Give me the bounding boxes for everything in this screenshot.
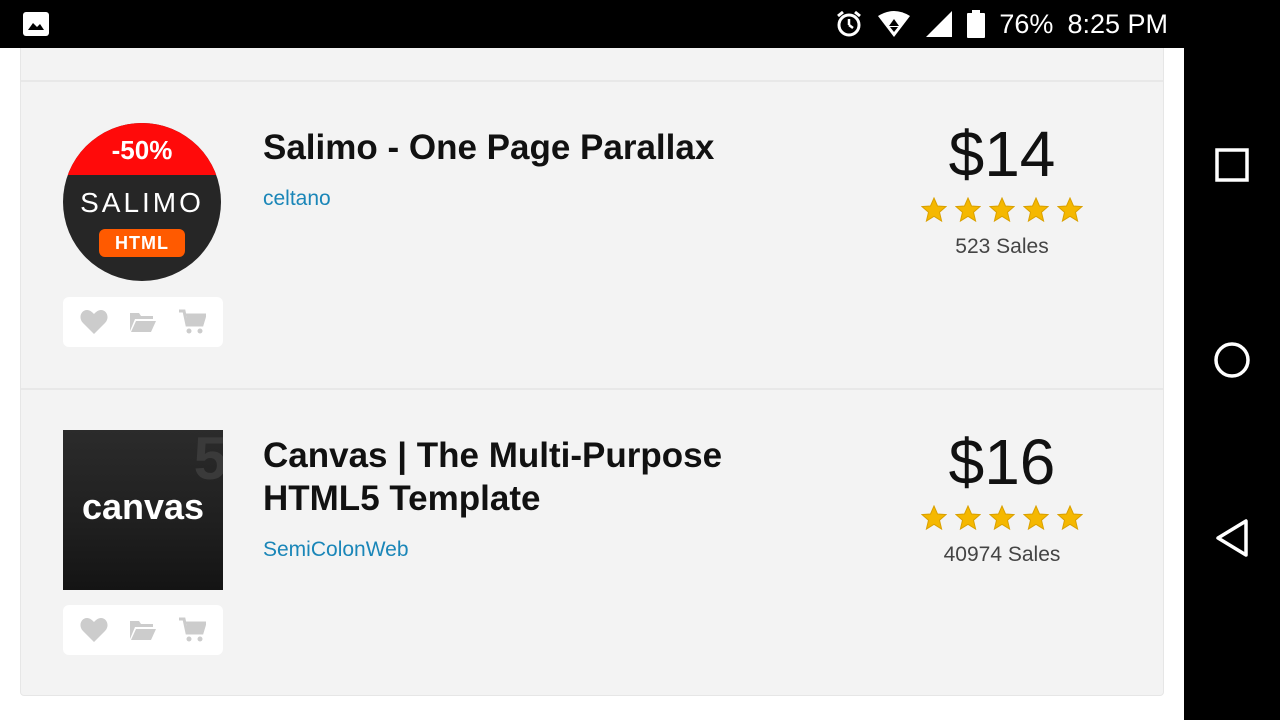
cart-icon: [179, 309, 207, 334]
home-button[interactable]: [1208, 336, 1256, 384]
heart-icon: [80, 618, 108, 642]
star-icon: [989, 197, 1015, 223]
product-price: $16: [948, 426, 1056, 498]
add-to-cart-button[interactable]: [177, 615, 207, 645]
star-icon: [921, 197, 947, 223]
discount-label: -50%: [111, 135, 173, 165]
status-icons: 76% 8:25 PM: [835, 0, 1168, 48]
battery-icon: [967, 10, 986, 38]
star-icon: [921, 505, 947, 531]
product-title[interactable]: Salimo - One Page Parallax: [263, 126, 783, 169]
add-to-cart-button[interactable]: [177, 307, 207, 337]
rating-stars: [921, 197, 1083, 223]
product-list-screen: -50% SALIMO HTML Salimo - One Page Paral…: [0, 48, 1184, 720]
image-icon: [23, 12, 49, 36]
list-item[interactable]: -50% SALIMO HTML Salimo - One Page Paral…: [21, 82, 1163, 388]
star-icon: [989, 505, 1015, 531]
folder-icon: [129, 313, 156, 332]
recents-button[interactable]: [1208, 141, 1256, 189]
favorite-button[interactable]: [79, 615, 109, 645]
add-to-collection-button[interactable]: [128, 615, 158, 645]
rating-stars: [921, 505, 1083, 531]
product-price: $14: [948, 118, 1056, 190]
thumbnail-corner-glyph: 5: [193, 430, 223, 492]
add-to-collection-button[interactable]: [128, 307, 158, 337]
folder-icon: [129, 621, 156, 640]
product-thumbnail[interactable]: 5 canvas: [63, 430, 223, 590]
favorite-button[interactable]: [79, 307, 109, 337]
cellular-icon: [925, 10, 953, 38]
home-icon: [1214, 342, 1250, 378]
cart-icon: [179, 617, 207, 642]
thumbnail-word: canvas: [81, 486, 205, 527]
recents-icon: [1215, 148, 1249, 182]
author-link[interactable]: celtano: [263, 187, 331, 211]
thumbnail-brand: SALIMO: [80, 187, 204, 218]
product-thumbnail[interactable]: -50% SALIMO HTML: [63, 123, 221, 281]
product-title[interactable]: Canvas | The Multi-Purpose HTML5 Templat…: [263, 434, 783, 520]
list-item[interactable]: 5 canvas Canvas | The Multi-Purpose HTML…: [21, 390, 1163, 695]
item-actions: [63, 297, 223, 347]
back-button[interactable]: [1208, 514, 1256, 562]
star-icon: [955, 505, 981, 531]
star-icon: [1057, 197, 1083, 223]
status-bar: 76% 8:25 PM: [0, 0, 1280, 48]
clock: 8:25 PM: [1067, 8, 1168, 39]
battery-percent: 76%: [999, 8, 1054, 39]
thumbnail-tag: HTML: [99, 229, 185, 257]
sales-count: 40974 Sales: [943, 543, 1061, 566]
sales-count: 523 Sales: [955, 235, 1049, 258]
product-list: -50% SALIMO HTML Salimo - One Page Paral…: [20, 48, 1164, 696]
back-icon: [1216, 519, 1248, 557]
author-link[interactable]: SemiColonWeb: [263, 538, 409, 562]
star-icon: [1023, 505, 1049, 531]
navigation-bar: [1184, 48, 1280, 720]
alarm-icon: [835, 10, 863, 38]
star-icon: [955, 197, 981, 223]
wifi-icon: [877, 10, 911, 38]
heart-icon: [80, 310, 108, 334]
star-icon: [1023, 197, 1049, 223]
star-icon: [1057, 505, 1083, 531]
item-actions: [63, 605, 223, 655]
